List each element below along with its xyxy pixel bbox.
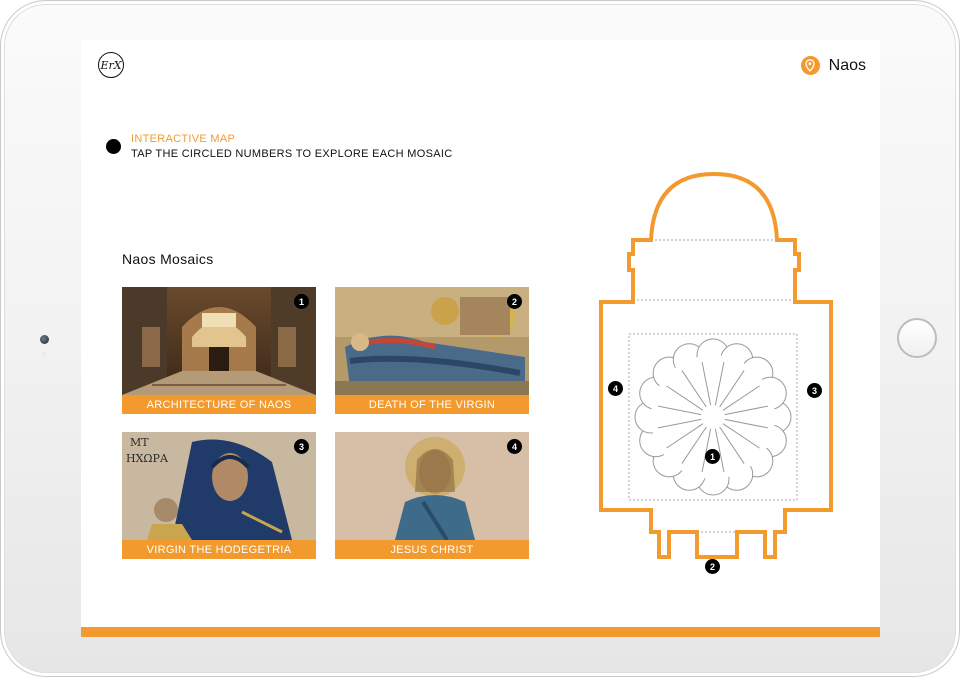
map-marker-4[interactable]: 4 (608, 381, 623, 396)
front-camera (40, 335, 49, 344)
dome-rosette (634, 338, 792, 496)
bottom-accent-bar (81, 627, 880, 637)
svg-text:MT: MT (130, 436, 149, 449)
card-image-death-of-virgin (335, 287, 529, 395)
camera-sensor (42, 352, 47, 357)
map-pin-icon (800, 56, 820, 75)
card-image-architecture (122, 287, 316, 395)
mosaic-card-hodegetria[interactable]: MT ΗΧΩΡΑ VIRGIN THE HODEGETRIA 3 (122, 432, 316, 559)
location-label: Naos (828, 56, 866, 74)
mosaic-card-jesus-christ[interactable]: JESUS CHRIST 4 (335, 432, 529, 559)
card-caption: ARCHITECTURE OF NAOS (122, 395, 316, 414)
card-number-badge: 4 (507, 439, 522, 454)
app-screen: ErX Naos INTERACTIVE MAP TAP THE CIRCLED… (81, 40, 880, 637)
map-marker-1[interactable]: 1 (705, 449, 720, 464)
floor-plan-map: 1 2 3 4 (599, 171, 839, 574)
mosaic-card-death-of-virgin[interactable]: DEATH OF THE VIRGIN 2 (335, 287, 529, 414)
home-button[interactable] (897, 318, 937, 358)
card-number-badge: 3 (294, 439, 309, 454)
card-caption: JESUS CHRIST (335, 540, 529, 559)
card-image-hodegetria: MT ΗΧΩΡΑ (122, 432, 316, 540)
card-number-badge: 1 (294, 294, 309, 309)
card-caption: VIRGIN THE HODEGETRIA (122, 540, 316, 559)
card-number-badge: 2 (507, 294, 522, 309)
map-marker-3[interactable]: 3 (807, 383, 822, 398)
svg-text:ΗΧΩΡΑ: ΗΧΩΡΑ (126, 452, 169, 465)
card-image-jesus-christ (335, 432, 529, 540)
intro-subtitle: TAP THE CIRCLED NUMBERS TO EXPLORE EACH … (131, 148, 453, 160)
intro-bullet (106, 139, 121, 154)
logo-text: ErX (100, 58, 122, 72)
card-caption: DEATH OF THE VIRGIN (335, 395, 529, 414)
app-logo[interactable]: ErX (98, 52, 124, 78)
location-indicator[interactable]: Naos (800, 56, 866, 75)
map-marker-2[interactable]: 2 (705, 559, 720, 574)
section-title: Naos Mosaics (122, 251, 214, 267)
mosaic-card-architecture[interactable]: ARCHITECTURE OF NAOS 1 (122, 287, 316, 414)
intro-title: INTERACTIVE MAP (131, 133, 236, 145)
